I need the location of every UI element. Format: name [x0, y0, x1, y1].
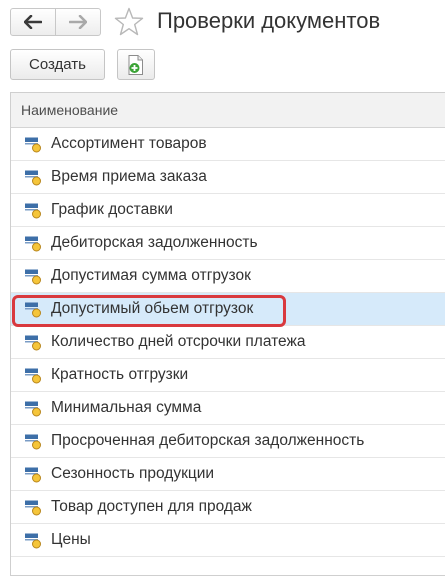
- attribute-item-icon: [25, 401, 41, 417]
- attribute-item-icon: [25, 170, 41, 186]
- attribute-item-icon: [25, 137, 41, 153]
- row-label: Кратность отгрузки: [51, 366, 189, 383]
- row-label: Ассортимент товаров: [51, 135, 207, 152]
- attribute-item-icon: [25, 500, 41, 516]
- documents-table: Наименование Ассортимент товаров Время п…: [10, 92, 445, 576]
- table-row[interactable]: Допустимая сумма отгрузок: [11, 260, 445, 293]
- row-label: Допустимая сумма отгрузок: [51, 267, 251, 284]
- add-document-button[interactable]: [117, 49, 155, 80]
- attribute-item-icon: [25, 368, 41, 384]
- table-row[interactable]: Количество дней отсрочки платежа: [11, 326, 445, 359]
- table-row[interactable]: Цены: [11, 524, 445, 557]
- column-header-name[interactable]: Наименование: [11, 93, 445, 128]
- attribute-item-icon: [25, 302, 41, 318]
- attribute-item-icon: [25, 203, 41, 219]
- table-row[interactable]: Допустимый обьем отгрузок: [11, 293, 445, 326]
- back-button[interactable]: [11, 9, 55, 35]
- row-label: Минимальная сумма: [51, 399, 202, 416]
- document-add-icon: [128, 54, 143, 75]
- table-row[interactable]: Просроченная дебиторская задолженность: [11, 425, 445, 458]
- table-row[interactable]: Сезонность продукции: [11, 458, 445, 491]
- table-row[interactable]: Товар доступен для продаж: [11, 491, 445, 524]
- row-label: Товар доступен для продаж: [51, 498, 252, 515]
- attribute-item-icon: [25, 434, 41, 450]
- arrow-right-icon: [69, 15, 87, 29]
- table-row[interactable]: Кратность отгрузки: [11, 359, 445, 392]
- row-label: Количество дней отсрочки платежа: [51, 333, 306, 350]
- star-outline-icon[interactable]: [113, 6, 145, 38]
- attribute-item-icon: [25, 335, 41, 351]
- attribute-item-icon: [25, 269, 41, 285]
- create-button[interactable]: Создать: [10, 49, 105, 80]
- row-label: График доставки: [51, 201, 173, 218]
- table-row[interactable]: Минимальная сумма: [11, 392, 445, 425]
- attribute-item-icon: [25, 533, 41, 549]
- navigation-buttons: [10, 8, 101, 36]
- table-row[interactable]: Время приема заказа: [11, 161, 445, 194]
- attribute-item-icon: [25, 236, 41, 252]
- row-label: Дебиторская задолженность: [51, 234, 258, 251]
- arrow-left-icon: [24, 15, 42, 29]
- table-row[interactable]: Дебиторская задолженность: [11, 227, 445, 260]
- table-row[interactable]: Ассортимент товаров: [11, 128, 445, 161]
- table-body: Ассортимент товаров Время приема заказа …: [11, 128, 445, 557]
- row-label: Время приема заказа: [51, 168, 207, 185]
- page-title: Проверки документов: [157, 8, 381, 33]
- row-label: Сезонность продукции: [51, 465, 215, 482]
- row-label: Просроченная дебиторская задолженность: [51, 432, 365, 449]
- row-label: Допустимый обьем отгрузок: [51, 300, 254, 317]
- attribute-item-icon: [25, 467, 41, 483]
- forward-button[interactable]: [55, 9, 100, 35]
- row-label: Цены: [51, 531, 91, 548]
- table-row[interactable]: График доставки: [11, 194, 445, 227]
